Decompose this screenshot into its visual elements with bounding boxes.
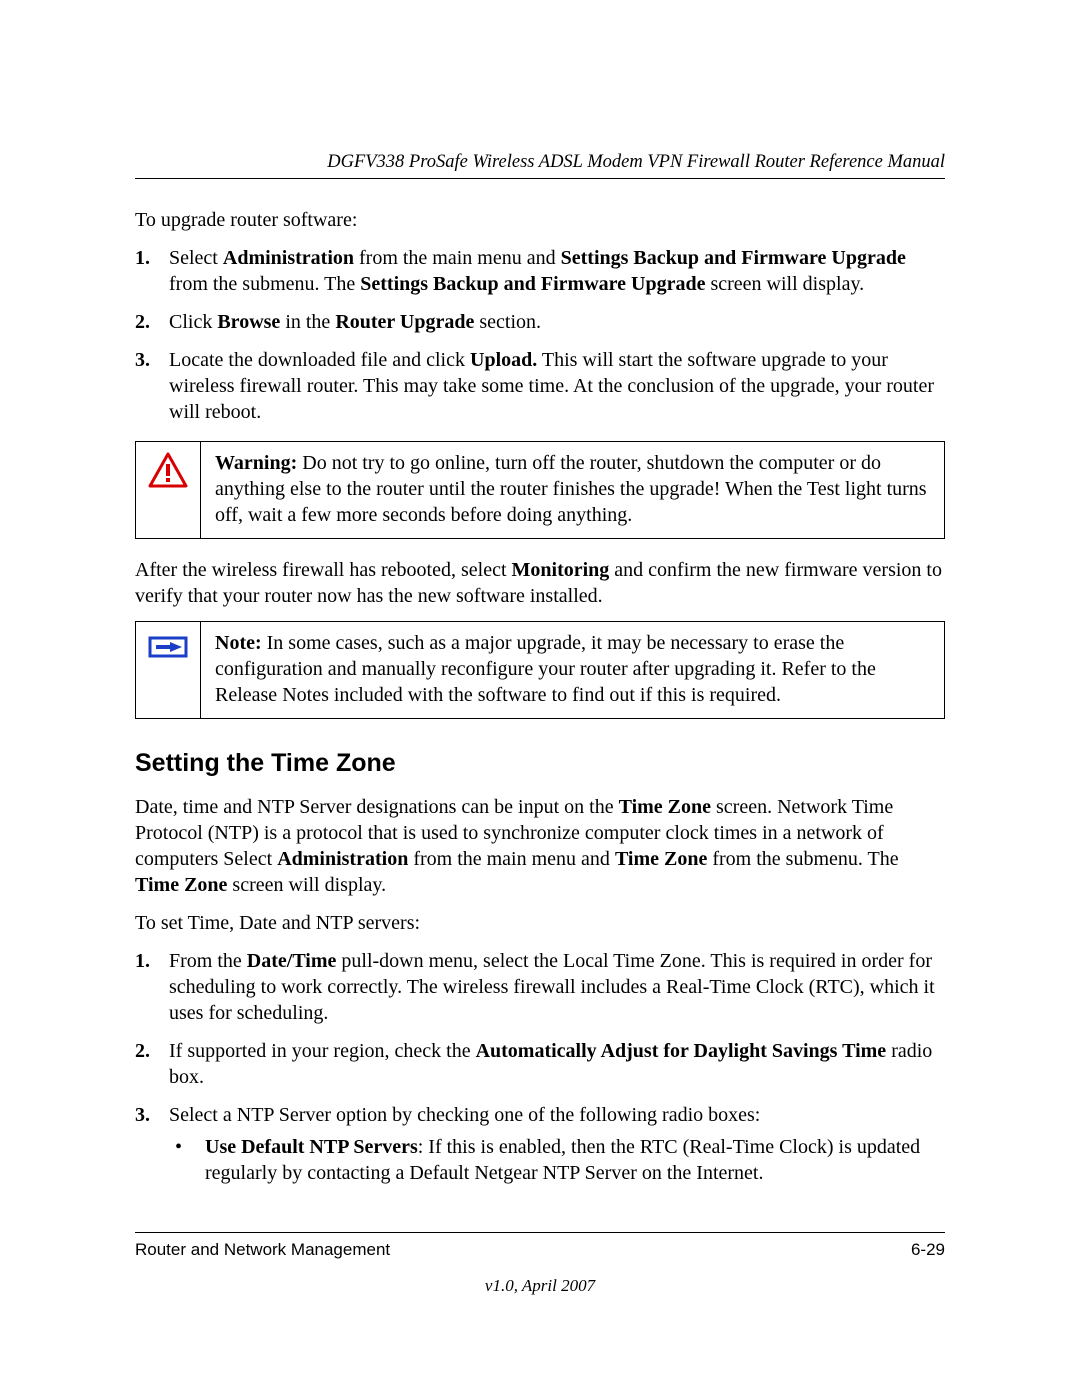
note-callout: Note: In some cases, such as a major upg… — [135, 621, 945, 719]
list-item: 2. Click Browse in the Router Upgrade se… — [135, 309, 945, 335]
sub-bullet-list: • Use Default NTP Servers: If this is en… — [169, 1134, 945, 1186]
step-number: 1. — [135, 948, 169, 1026]
step-number: 2. — [135, 309, 169, 335]
step-number: 3. — [135, 347, 169, 425]
timezone-steps-list: 1. From the Date/Time pull-down menu, se… — [135, 948, 945, 1196]
document-page: DGFV338 ProSafe Wireless ADSL Modem VPN … — [0, 0, 1080, 1397]
step-body: Click Browse in the Router Upgrade secti… — [169, 309, 945, 335]
header-rule — [135, 178, 945, 179]
step-number: 2. — [135, 1038, 169, 1090]
step-number: 1. — [135, 245, 169, 297]
note-text: Note: In some cases, such as a major upg… — [201, 622, 944, 718]
section-paragraph: Date, time and NTP Server designations c… — [135, 794, 945, 898]
upgrade-steps-list: 1. Select Administration from the main m… — [135, 245, 945, 425]
list-item: 1. From the Date/Time pull-down menu, se… — [135, 948, 945, 1026]
warning-callout: Warning: Do not try to go online, turn o… — [135, 441, 945, 539]
intro-text: To upgrade router software: — [135, 207, 945, 233]
list-item: 2. If supported in your region, check th… — [135, 1038, 945, 1090]
step-body: Select a NTP Server option by checking o… — [169, 1102, 945, 1196]
step-number: 3. — [135, 1102, 169, 1196]
note-icon — [136, 622, 201, 718]
footer-page-number: 6-29 — [911, 1239, 945, 1261]
step-body: If supported in your region, check the A… — [169, 1038, 945, 1090]
page-footer: Router and Network Management 6-29 v1.0,… — [135, 1232, 945, 1297]
footer-rule — [135, 1232, 945, 1233]
warning-text: Warning: Do not try to go online, turn o… — [201, 442, 944, 538]
header-title: DGFV338 ProSafe Wireless ADSL Modem VPN … — [135, 150, 945, 174]
step-body: Locate the downloaded file and click Upl… — [169, 347, 945, 425]
list-item: 3. Select a NTP Server option by checkin… — [135, 1102, 945, 1196]
step-body: From the Date/Time pull-down menu, selec… — [169, 948, 945, 1026]
section-intro: To set Time, Date and NTP servers: — [135, 910, 945, 936]
footer-section-title: Router and Network Management — [135, 1239, 390, 1261]
list-item: 1. Select Administration from the main m… — [135, 245, 945, 297]
after-warning-text: After the wireless firewall has rebooted… — [135, 557, 945, 609]
footer-version: v1.0, April 2007 — [135, 1275, 945, 1297]
bullet-dot: • — [169, 1134, 205, 1186]
step-body: Select Administration from the main menu… — [169, 245, 945, 297]
bullet-body: Use Default NTP Servers: If this is enab… — [205, 1134, 945, 1186]
list-item: 3. Locate the downloaded file and click … — [135, 347, 945, 425]
section-heading: Setting the Time Zone — [135, 747, 945, 780]
warning-icon — [136, 442, 201, 538]
list-item: • Use Default NTP Servers: If this is en… — [169, 1134, 945, 1186]
